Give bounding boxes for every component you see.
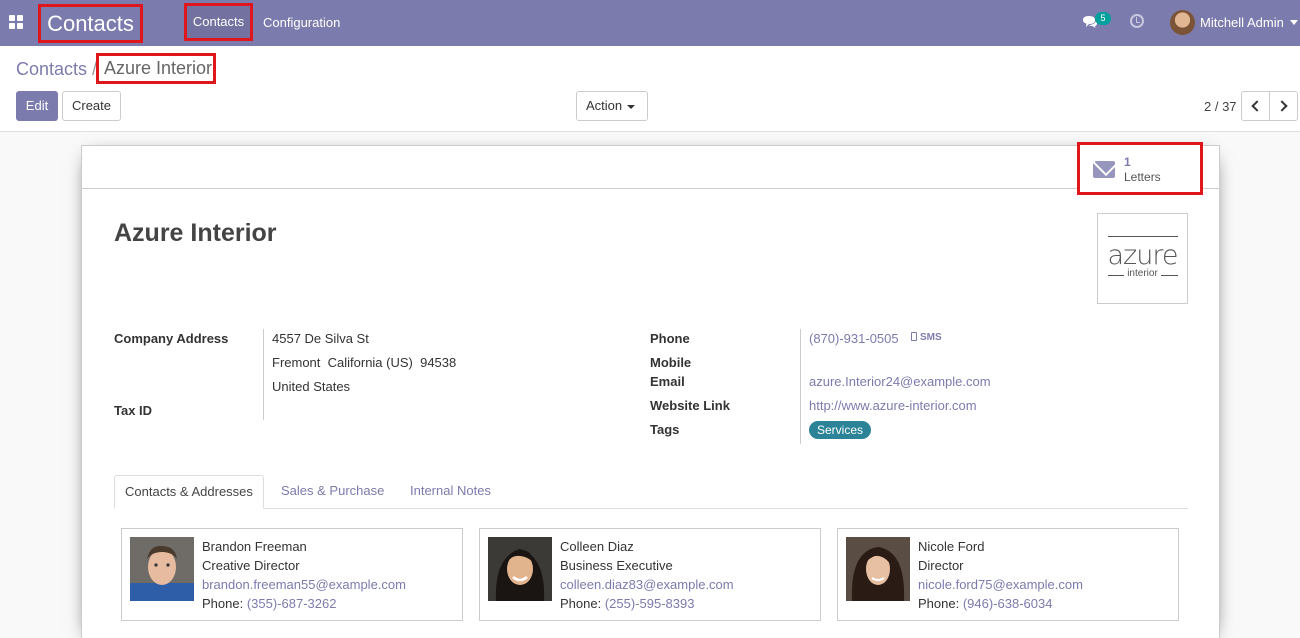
logo-word: azure bbox=[1107, 240, 1179, 271]
tag-badge[interactable]: Services bbox=[809, 421, 872, 439]
contact-phone-label: Phone: bbox=[918, 596, 960, 611]
contact-name: Colleen Diaz bbox=[560, 539, 634, 554]
letters-label: Letters bbox=[1124, 170, 1161, 184]
breadcrumb-root[interactable]: Contacts bbox=[16, 58, 87, 80]
contact-phone-value[interactable]: (255)-595-8393 bbox=[605, 596, 695, 611]
breadcrumb-current: Azure Interior bbox=[96, 53, 216, 84]
letters-smart-button[interactable]: 1 Letters bbox=[1077, 142, 1203, 195]
company-address-label: Company Address bbox=[114, 331, 229, 346]
edit-button[interactable]: Edit bbox=[16, 91, 58, 121]
website-value[interactable]: http://www.azure-interior.com bbox=[809, 398, 977, 413]
chevron-right-icon bbox=[1276, 100, 1288, 112]
website-label: Website Link bbox=[650, 398, 730, 413]
letters-count: 1 bbox=[1124, 155, 1131, 169]
chat-count-badge: 5 bbox=[1095, 12, 1111, 25]
smart-button-box: 1 Letters bbox=[82, 142, 1219, 195]
contact-phone: Phone: (255)-595-8393 bbox=[560, 596, 694, 611]
contact-card[interactable]: Brandon Freeman Creative Director brando… bbox=[121, 528, 463, 621]
pager-value[interactable]: 2 / 37 bbox=[1204, 99, 1237, 114]
logo-rule-top bbox=[1108, 236, 1178, 237]
city-line-value: Fremont California (US) 94538 bbox=[272, 355, 457, 370]
field-divider bbox=[263, 329, 264, 420]
phone-label: Phone bbox=[650, 331, 690, 346]
contact-card[interactable]: Nicole Ford Director nicole.ford75@examp… bbox=[837, 528, 1179, 621]
create-button[interactable]: Create bbox=[62, 91, 121, 121]
logo-subtext: interior bbox=[1098, 268, 1187, 279]
sms-link[interactable]: SMS bbox=[911, 332, 942, 343]
tab-internal-notes[interactable]: Internal Notes bbox=[400, 475, 501, 509]
action-dropdown[interactable]: Action bbox=[576, 91, 648, 121]
country-value: United States bbox=[272, 379, 351, 394]
record-title: Azure Interior bbox=[114, 219, 277, 247]
caret-down-icon bbox=[627, 105, 635, 109]
contact-email[interactable]: brandon.freeman55@example.com bbox=[202, 577, 406, 592]
contact-function: Creative Director bbox=[202, 558, 300, 573]
notebook-tabs: Contacts & Addresses Sales & Purchase In… bbox=[114, 475, 1188, 509]
contact-phone: Phone: (946)-638-6034 bbox=[918, 596, 1052, 611]
contact-phone-value[interactable]: (946)-638-6034 bbox=[963, 596, 1053, 611]
form-sheet: 1 Letters Azure Interior azure interior … bbox=[81, 142, 1220, 638]
tab-sales-purchase[interactable]: Sales & Purchase bbox=[271, 475, 394, 509]
apps-grid-icon[interactable] bbox=[9, 15, 23, 29]
top-navbar: Contacts Contacts Configuration 5 Mitche… bbox=[0, 0, 1300, 46]
clock-icon[interactable] bbox=[1130, 14, 1144, 28]
pager-previous-button[interactable] bbox=[1241, 91, 1270, 121]
envelope-icon bbox=[1093, 161, 1115, 178]
chevron-left-icon bbox=[1251, 100, 1263, 112]
contact-phone-label: Phone: bbox=[202, 596, 244, 611]
user-menu-name[interactable]: Mitchell Admin bbox=[1200, 0, 1284, 46]
mobile-label: Mobile bbox=[650, 355, 692, 370]
email-value[interactable]: azure.Interior24@example.com bbox=[809, 374, 991, 389]
tax-id-label: Tax ID bbox=[114, 403, 153, 418]
menu-configuration[interactable]: Configuration bbox=[263, 0, 340, 46]
contact-email[interactable]: colleen.diaz83@example.com bbox=[560, 577, 734, 592]
field-divider bbox=[800, 329, 801, 444]
caret-down-icon[interactable] bbox=[1290, 20, 1298, 25]
menu-contacts[interactable]: Contacts bbox=[184, 3, 253, 41]
contact-function: Business Executive bbox=[560, 558, 673, 573]
tab-contacts-addresses[interactable]: Contacts & Addresses bbox=[114, 475, 264, 509]
contact-photo bbox=[130, 537, 194, 601]
contact-email[interactable]: nicole.ford75@example.com bbox=[918, 577, 1083, 592]
street-value: 4557 De Silva St bbox=[272, 331, 369, 346]
pager-next-button[interactable] bbox=[1269, 91, 1298, 121]
contact-name: Brandon Freeman bbox=[202, 539, 307, 554]
email-label: Email bbox=[650, 374, 685, 389]
contact-card[interactable]: Colleen Diaz Business Executive colleen.… bbox=[479, 528, 821, 621]
contact-photo bbox=[488, 537, 552, 601]
app-brand[interactable]: Contacts bbox=[38, 4, 143, 43]
avatar[interactable] bbox=[1170, 10, 1195, 35]
contact-phone-label: Phone: bbox=[560, 596, 602, 611]
contact-photo bbox=[846, 537, 910, 601]
action-label: Action bbox=[586, 98, 623, 113]
contact-name: Nicole Ford bbox=[918, 539, 985, 554]
contact-phone: Phone: (355)-687-3262 bbox=[202, 596, 336, 611]
tags-label: Tags bbox=[650, 422, 680, 437]
control-panel: Contacts / Azure Interior Edit Create Ac… bbox=[0, 46, 1300, 132]
phone-value[interactable]: (870)-931-0505 bbox=[809, 331, 899, 346]
contact-phone-value[interactable]: (355)-687-3262 bbox=[247, 596, 337, 611]
contact-function: Director bbox=[918, 558, 964, 573]
company-logo[interactable]: azure interior bbox=[1097, 213, 1188, 304]
